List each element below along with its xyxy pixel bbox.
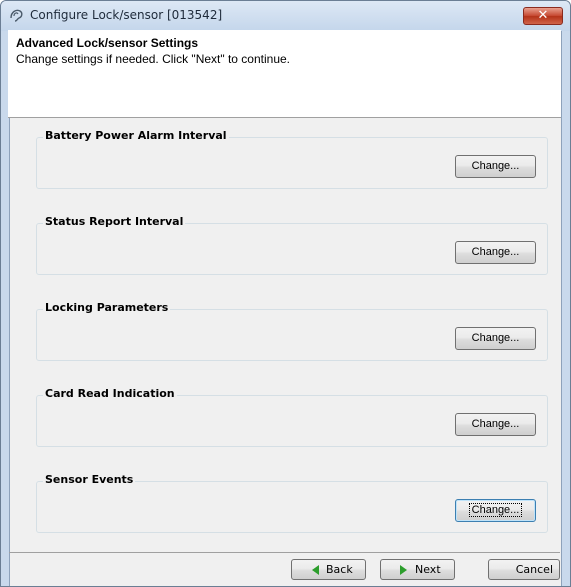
button-label: Change... bbox=[471, 246, 520, 258]
group-label: Battery Power Alarm Interval bbox=[43, 129, 229, 142]
change-status-report-interval-button[interactable]: Change... bbox=[455, 241, 536, 264]
next-button[interactable]: Next bbox=[380, 559, 455, 580]
group-label: Status Report Interval bbox=[43, 215, 186, 228]
page-subtitle: Change settings if needed. Click "Next" … bbox=[16, 52, 291, 66]
change-card-read-indication-button[interactable]: Change... bbox=[455, 413, 536, 436]
change-sensor-events-button[interactable]: Change... bbox=[455, 499, 536, 522]
button-label: Change... bbox=[471, 160, 520, 172]
cancel-button[interactable]: Cancel bbox=[488, 559, 560, 580]
back-button-label: Back bbox=[326, 563, 353, 576]
group-battery-power-alarm-interval: Battery Power Alarm Interval Change... bbox=[36, 129, 548, 189]
footer-divider bbox=[9, 552, 560, 553]
group-status-report-interval: Status Report Interval Change... bbox=[36, 215, 548, 275]
ear-wave-icon bbox=[10, 9, 23, 22]
group-sensor-events: Sensor Events Change... bbox=[36, 473, 548, 533]
button-label: Change... bbox=[471, 332, 520, 344]
group-label: Card Read Indication bbox=[43, 387, 177, 400]
back-button[interactable]: Back bbox=[291, 559, 366, 580]
group-card-read-indication: Card Read Indication Change... bbox=[36, 387, 548, 447]
change-battery-alarm-interval-button[interactable]: Change... bbox=[455, 155, 536, 178]
cancel-button-label: Cancel bbox=[515, 563, 553, 576]
back-arrow-icon bbox=[312, 565, 319, 575]
group-label: Sensor Events bbox=[43, 473, 136, 486]
next-button-label: Next bbox=[415, 563, 441, 576]
next-arrow-icon bbox=[400, 565, 407, 575]
group-locking-parameters: Locking Parameters Change... bbox=[36, 301, 548, 361]
group-label: Locking Parameters bbox=[43, 301, 171, 314]
page-title: Advanced Lock/sensor Settings bbox=[16, 36, 199, 50]
title-bar[interactable]: Configure Lock/sensor [013542] ✕ bbox=[1, 1, 570, 31]
close-icon: ✕ bbox=[537, 8, 549, 23]
button-label: Change... bbox=[471, 418, 520, 430]
close-button[interactable]: ✕ bbox=[523, 7, 563, 25]
window-title: Configure Lock/sensor [013542] bbox=[30, 8, 223, 22]
change-locking-parameters-button[interactable]: Change... bbox=[455, 327, 536, 350]
button-label: Change... bbox=[468, 503, 523, 517]
